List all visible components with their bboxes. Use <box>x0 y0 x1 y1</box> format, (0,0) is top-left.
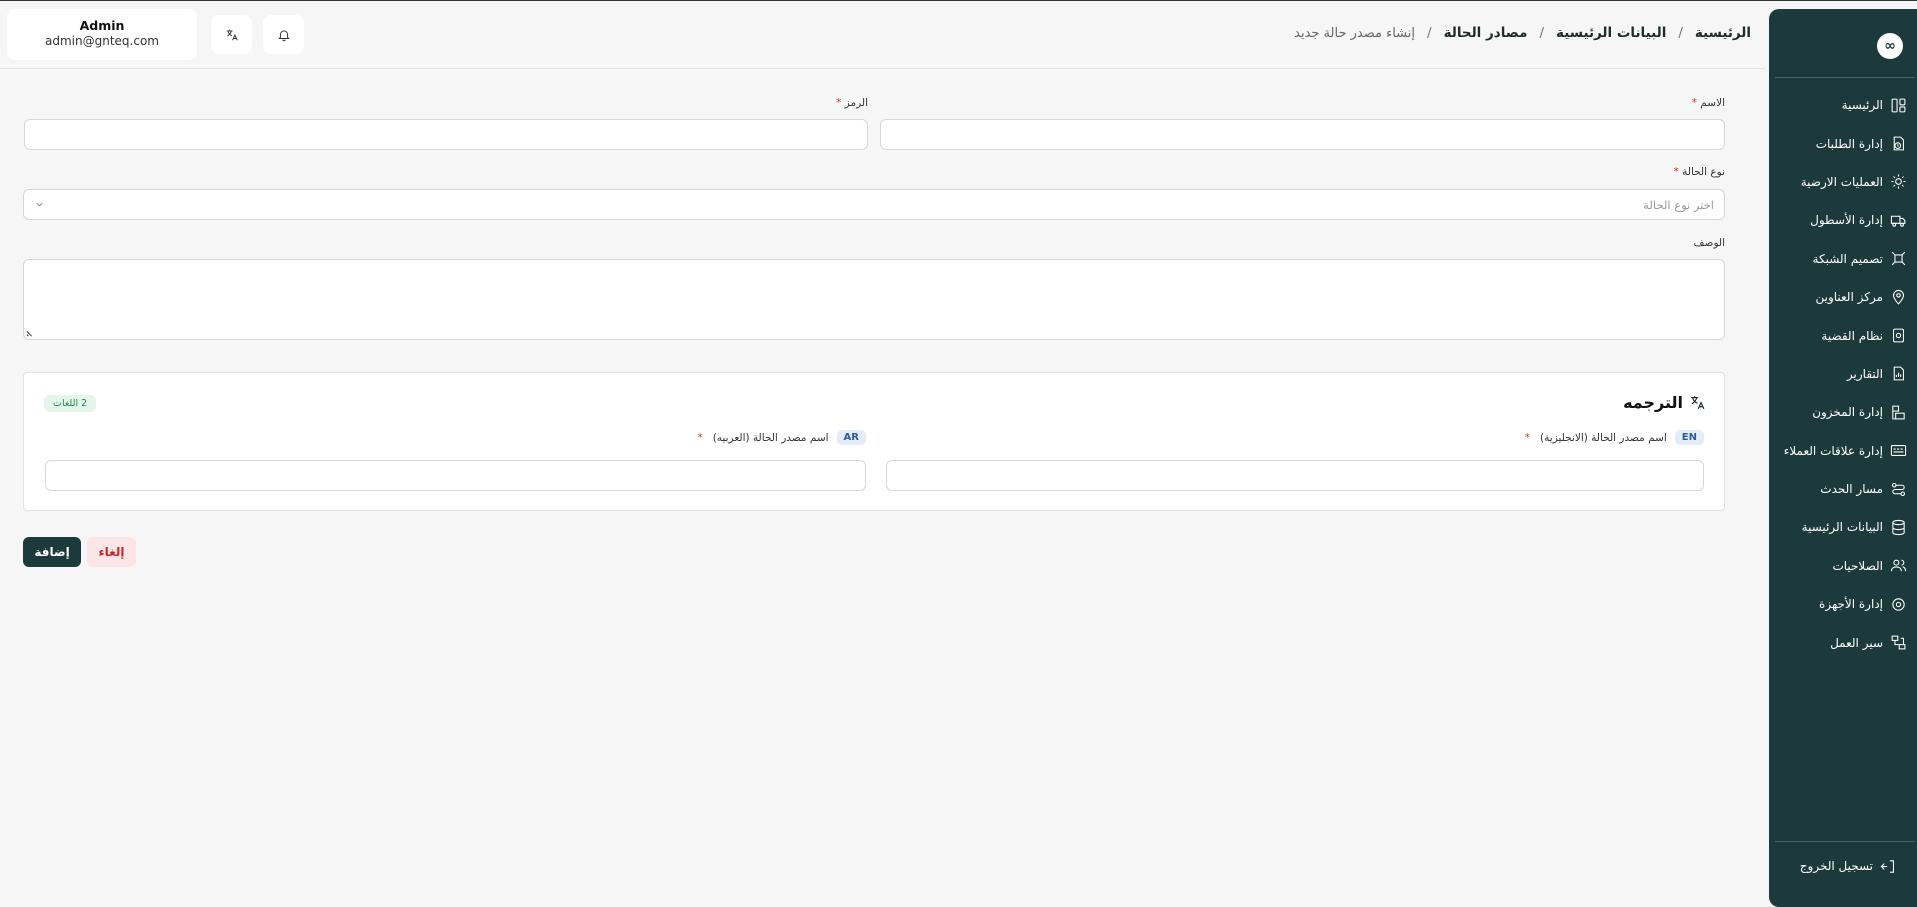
en-name-label: EN اسم مصدر الحالة (الانجليزية) * <box>1525 430 1704 445</box>
sidebar-item-addresses[interactable]: مركز العناوين <box>1769 278 1917 316</box>
sidebar-divider <box>1775 841 1915 842</box>
sidebar-item-fleet[interactable]: إدارة الأسطول <box>1769 201 1917 239</box>
add-button[interactable]: إضافة <box>23 537 81 567</box>
sidebar-item-crm[interactable]: إدارة علاقات العملاء <box>1769 432 1917 470</box>
description-textarea[interactable] <box>23 259 1725 340</box>
logout-icon <box>1880 858 1897 875</box>
sidebar-menu: الرئيسية إدارة الطلبات العمليات الارضية … <box>1769 86 1917 662</box>
dashboard-icon <box>1890 97 1907 114</box>
truck-icon <box>1890 212 1907 229</box>
sidebar: ∞ الرئيسية إدارة الطلبات العمليات الارضي… <box>1769 9 1917 907</box>
name-input[interactable] <box>880 119 1725 150</box>
translate-icon <box>1689 394 1706 411</box>
code-label: الرمز * <box>836 97 868 109</box>
sidebar-item-workflow[interactable]: سير العمل <box>1769 623 1917 661</box>
en-language-tag: EN <box>1674 430 1704 445</box>
route-icon <box>1890 481 1907 498</box>
user-name: Admin <box>79 18 125 33</box>
network-icon <box>1890 250 1907 267</box>
breadcrumb-home[interactable]: الرئيسية <box>1695 25 1751 41</box>
workflow-icon <box>1890 634 1907 651</box>
language-button[interactable] <box>211 15 252 54</box>
sidebar-item-label: الصلاحيات <box>1832 558 1883 573</box>
notifications-button[interactable] <box>263 15 304 54</box>
ar-name-label: AR اسم مصدر الحالة (العربيه) * <box>697 430 866 445</box>
sidebar-divider <box>1775 77 1915 78</box>
ar-language-tag: AR <box>836 430 866 445</box>
users-icon <box>1890 557 1907 574</box>
sidebar-item-ground-ops[interactable]: العمليات الارضية <box>1769 163 1917 201</box>
sidebar-item-home[interactable]: الرئيسية <box>1769 86 1917 124</box>
case-icon <box>1890 327 1907 344</box>
breadcrumb-separator: / <box>1678 25 1683 41</box>
cancel-button[interactable]: إلغاء <box>87 537 136 567</box>
sidebar-item-inventory[interactable]: إدارة المخزون <box>1769 393 1917 431</box>
sidebar-item-label: العمليات الارضية <box>1800 174 1883 189</box>
inventory-icon <box>1890 404 1907 421</box>
orders-icon <box>1890 135 1907 152</box>
user-menu[interactable]: Admin admin@gnteq.com <box>7 9 197 60</box>
sidebar-item-reports[interactable]: التقارير <box>1769 355 1917 393</box>
sidebar-item-label: سير العمل <box>1830 635 1883 650</box>
logout-button[interactable]: تسجيل الخروج <box>1769 851 1917 881</box>
sidebar-item-label: إدارة الطلبات <box>1815 136 1883 151</box>
sidebar-item-orders[interactable]: إدارة الطلبات <box>1769 124 1917 162</box>
crm-icon <box>1890 442 1907 459</box>
device-icon <box>1890 596 1907 613</box>
breadcrumb-master-data[interactable]: البيانات الرئيسية <box>1556 25 1666 41</box>
top-header: الرئيسية / البيانات الرئيسية / مصادر الح… <box>0 1 1765 69</box>
translation-title: الترجمه <box>1623 393 1706 412</box>
status-type-placeholder: اختر نوع الحالة <box>1643 197 1714 212</box>
ar-name-input[interactable] <box>45 460 866 491</box>
sidebar-item-label: إدارة المخزون <box>1812 405 1883 420</box>
resize-handle-icon[interactable] <box>26 329 34 337</box>
sidebar-item-master-data[interactable]: البيانات الرئيسية <box>1769 508 1917 546</box>
description-label: الوصف <box>1693 237 1725 249</box>
sidebar-item-label: إدارة الأجهزة <box>1819 597 1883 612</box>
status-type-select[interactable]: اختر نوع الحالة <box>23 189 1725 220</box>
sidebar-item-label: البيانات الرئيسية <box>1801 520 1883 535</box>
sidebar-item-permissions[interactable]: الصلاحيات <box>1769 547 1917 585</box>
bell-icon <box>277 28 291 42</box>
ground-ops-icon <box>1890 173 1907 190</box>
name-label: الاسم * <box>1691 97 1725 109</box>
sidebar-item-label: تصميم الشبكة <box>1812 251 1883 266</box>
location-icon <box>1890 289 1907 306</box>
status-type-label: نوع الحالة * <box>1673 166 1725 178</box>
sidebar-item-label: إدارة علاقات العملاء <box>1783 443 1883 458</box>
breadcrumb-separator: / <box>1427 25 1432 41</box>
sidebar-item-label: إدارة الأسطول <box>1810 213 1883 228</box>
sidebar-item-cases[interactable]: نظام القضية <box>1769 316 1917 354</box>
reports-icon <box>1890 365 1907 382</box>
chevron-down-icon <box>34 199 45 210</box>
languages-count-badge: 2 اللغات <box>44 395 97 412</box>
en-name-input[interactable] <box>886 460 1704 491</box>
breadcrumb-separator: / <box>1539 25 1545 41</box>
translation-card: الترجمه 2 اللغات EN اسم مصدر الحالة (الا… <box>23 372 1725 511</box>
logout-label: تسجيل الخروج <box>1799 859 1873 873</box>
breadcrumb-status-sources[interactable]: مصادر الحالة <box>1444 25 1528 41</box>
database-icon <box>1890 519 1907 536</box>
sidebar-item-label: الرئيسية <box>1841 98 1883 113</box>
sidebar-item-label: نظام القضية <box>1821 328 1883 343</box>
app-logo[interactable]: ∞ <box>1877 33 1903 59</box>
breadcrumb: الرئيسية / البيانات الرئيسية / مصادر الح… <box>1294 25 1751 41</box>
user-email: admin@gnteq.com <box>45 34 159 48</box>
breadcrumb-current: إنشاء مصدر حالة جديد <box>1294 25 1415 41</box>
sidebar-item-devices[interactable]: إدارة الأجهزة <box>1769 585 1917 623</box>
sidebar-item-label: التقارير <box>1846 366 1883 381</box>
translate-icon <box>225 28 239 42</box>
sidebar-item-event-route[interactable]: مسار الحدث <box>1769 470 1917 508</box>
code-input[interactable] <box>24 119 868 150</box>
sidebar-item-network[interactable]: تصميم الشبكة <box>1769 240 1917 278</box>
sidebar-item-label: مسار الحدث <box>1820 482 1883 497</box>
sidebar-item-label: مركز العناوين <box>1815 290 1883 305</box>
